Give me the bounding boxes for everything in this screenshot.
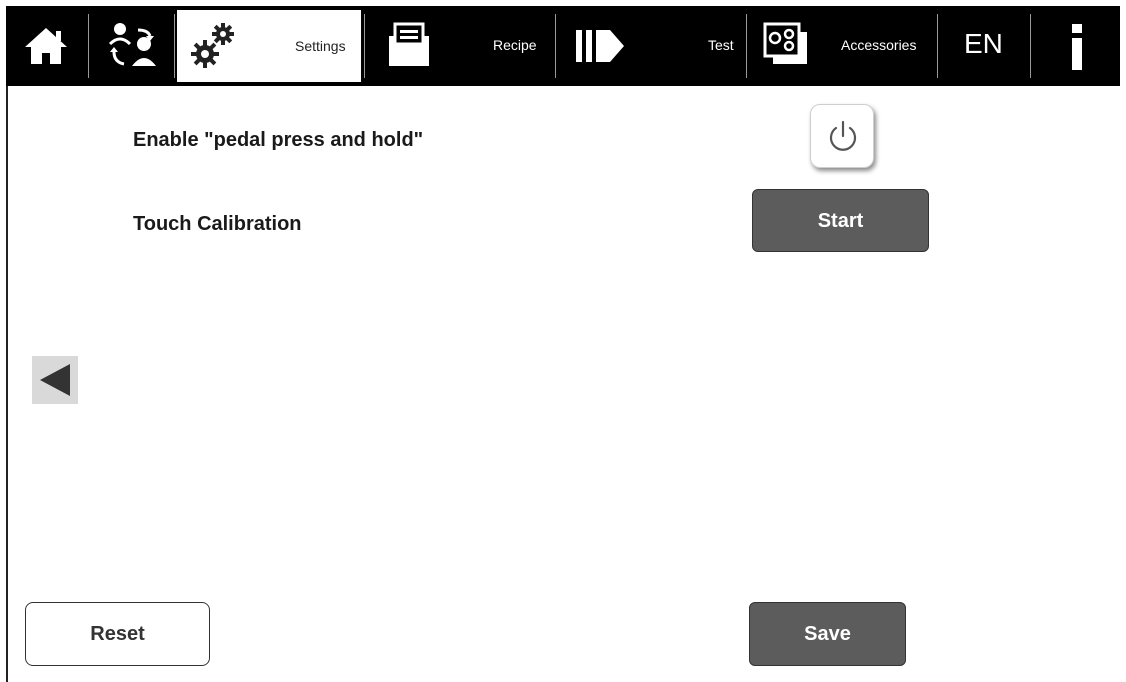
language-label: EN	[964, 28, 1003, 59]
nav-accessories[interactable]: Accessories	[749, 6, 935, 86]
nav-separator	[555, 14, 556, 78]
nav-separator	[746, 14, 747, 78]
touch-calibration-start-button[interactable]: Start	[752, 189, 929, 252]
pedal-hold-toggle[interactable]	[810, 104, 874, 168]
nav-test-label: Test	[708, 37, 734, 53]
nav-separator	[88, 14, 89, 78]
reset-button[interactable]: Reset	[25, 602, 210, 666]
nav-settings-label: Settings	[295, 38, 346, 54]
info-icon	[1072, 24, 1082, 70]
nav-recipe-label: Recipe	[493, 37, 537, 53]
nav-separator	[174, 14, 175, 78]
nav-accessories-label: Accessories	[841, 37, 917, 53]
save-button[interactable]: Save	[749, 602, 906, 666]
nav-separator	[937, 14, 938, 78]
settings-screen	[6, 6, 1120, 682]
accessories-icon	[763, 22, 807, 64]
top-navbar: Settings Recipe Test Accessories EN	[6, 6, 1120, 86]
test-arrow-icon	[576, 30, 624, 62]
left-arrow-icon	[40, 364, 70, 396]
user-switch-icon	[108, 23, 156, 66]
previous-page-button[interactable]	[32, 356, 78, 404]
nav-user-switch[interactable]	[90, 6, 174, 86]
nav-separator	[1030, 14, 1031, 78]
home-icon	[25, 28, 67, 64]
nav-info[interactable]	[1033, 6, 1120, 86]
nav-language[interactable]: EN	[940, 6, 1028, 86]
touch-calibration-label: Touch Calibration	[133, 213, 302, 235]
nav-separator	[364, 14, 365, 78]
recipe-icon	[389, 22, 429, 66]
nav-test[interactable]: Test	[558, 6, 744, 86]
gears-icon	[191, 23, 234, 68]
pedal-hold-label: Enable "pedal press and hold"	[133, 129, 424, 151]
nav-settings[interactable]: Settings	[177, 10, 361, 82]
power-icon	[829, 120, 857, 151]
nav-home[interactable]	[6, 6, 86, 86]
nav-recipe[interactable]: Recipe	[367, 6, 553, 86]
